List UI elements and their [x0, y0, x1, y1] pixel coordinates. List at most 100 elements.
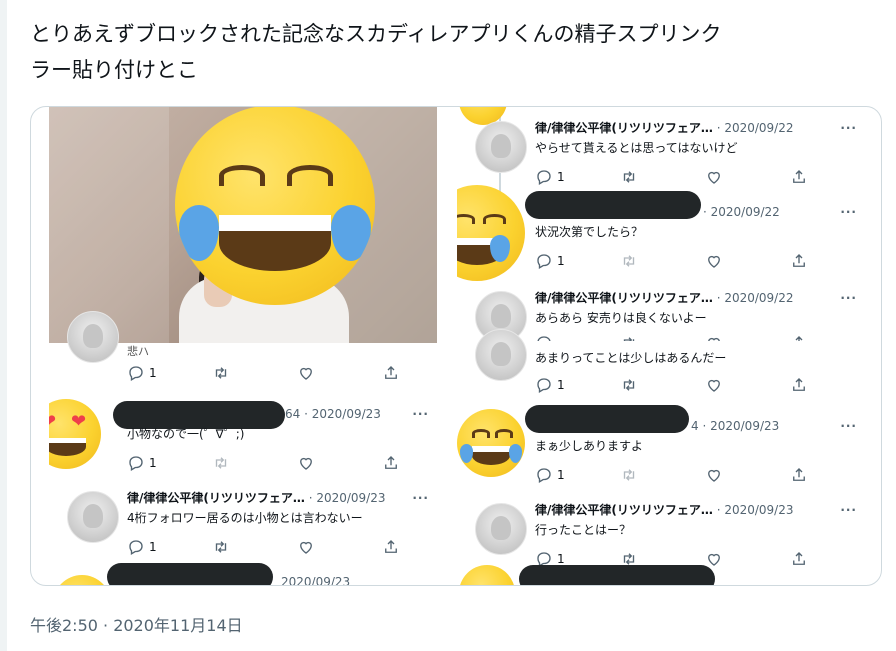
tears-of-joy-emoji-icon	[457, 185, 525, 281]
tweet-redacted: ❤ ❤ 64 · 2020/09/23 ··· 小物なので一(゜∇゜;) 1	[49, 399, 439, 483]
like-icon	[708, 469, 720, 482]
display-name[interactable]: 律/律律公平律(リツリツフェア…	[535, 121, 713, 135]
share-button[interactable]	[790, 251, 808, 271]
share-button[interactable]	[382, 537, 400, 557]
display-name[interactable]: 律/律律公平律(リツリツフェア…	[535, 503, 713, 517]
retweet-button[interactable]	[620, 375, 638, 395]
handle-tail: 64	[285, 407, 301, 421]
like-icon	[708, 255, 720, 268]
more-icon[interactable]: ···	[840, 203, 857, 221]
retweet-button[interactable]	[620, 251, 638, 271]
tweet-date: · 2020/09/22	[716, 121, 794, 135]
display-name[interactable]: 律/律律公平律(リツリツフェア…	[535, 291, 713, 305]
avatar[interactable]	[475, 503, 527, 555]
tweet-media-image[interactable]: 悲ハ 1 ❤ ❤ 64 · 2020/09/23 ··· 小物なので一(゜∇゜;…	[30, 106, 882, 586]
tweet-redacted-cutoff: 2020/09/23	[49, 563, 439, 585]
share-button[interactable]	[790, 167, 808, 187]
more-icon[interactable]: ···	[840, 417, 857, 435]
like-button[interactable]	[297, 363, 315, 383]
retweet-button[interactable]	[212, 453, 230, 473]
tweet-header: 律/律律公平律(リツリツフェア… · 2020/09/22 ···	[535, 119, 857, 137]
reply-button[interactable]: 1	[535, 167, 565, 187]
tweet-text: 状況次第でしたら？	[535, 225, 644, 239]
retweet-button[interactable]	[620, 333, 638, 341]
share-button[interactable]	[790, 375, 808, 395]
share-icon	[795, 336, 803, 341]
left-column-edge	[0, 0, 7, 651]
more-icon[interactable]: ···	[840, 119, 857, 137]
reply-button[interactable]: 1	[127, 363, 157, 383]
tweet-actions: 1	[127, 453, 407, 473]
display-name[interactable]: 律/律律公平律(リツリツフェア…	[127, 491, 305, 505]
reply-icon	[537, 170, 551, 185]
retweet-icon	[215, 367, 227, 379]
tweet-text: とりあえずブロックされた記念なスカディレアプリくんの精子スプリンク ラー貼り付け…	[30, 16, 880, 88]
reply-button[interactable]: 1	[127, 453, 157, 473]
reply-count: 1	[149, 540, 157, 554]
reply-button[interactable]: 1	[535, 465, 565, 485]
emoji-icon	[459, 565, 515, 585]
like-icon	[708, 337, 720, 341]
like-button[interactable]	[705, 375, 723, 395]
tweet-header: 64 · 2020/09/23 ···	[127, 405, 429, 423]
tweet-text: 行ったことはー？	[535, 523, 632, 537]
tweet-date: · 2020/09/23	[716, 503, 794, 517]
like-button[interactable]	[297, 537, 315, 557]
tweet-date: · 2020/09/22	[716, 291, 794, 305]
like-button[interactable]	[705, 333, 723, 341]
share-button[interactable]	[382, 453, 400, 473]
share-button[interactable]	[382, 363, 400, 383]
photo-with-emoji-cover	[49, 107, 437, 343]
tweet-text: まぁ少しありますよ	[535, 439, 644, 453]
reply-button[interactable]	[535, 333, 553, 341]
tweet-partial: あまりってことは少しはあるんだー 1	[457, 329, 867, 407]
like-button[interactable]	[297, 453, 315, 473]
retweet-icon	[623, 255, 635, 267]
like-icon	[300, 541, 312, 554]
tweet-text: あらあら 安売りは良くないよー	[535, 311, 707, 325]
more-icon[interactable]: ···	[412, 405, 429, 423]
share-icon	[385, 456, 397, 469]
reply-count: 1	[557, 170, 565, 184]
share-button[interactable]	[790, 333, 808, 341]
avatar[interactable]	[475, 121, 527, 173]
like-button[interactable]	[705, 251, 723, 271]
retweet-button[interactable]	[620, 167, 638, 187]
like-button[interactable]	[705, 465, 723, 485]
handle-tail: 4	[691, 419, 699, 433]
more-icon[interactable]: ···	[412, 489, 429, 507]
tweet-text-line-1: とりあえずブロックされた記念なスカディレアプリくんの精子スプリンク	[30, 22, 722, 46]
tweet-actions: 1	[127, 537, 407, 557]
retweet-button[interactable]	[620, 465, 638, 485]
reply-button[interactable]: 1	[127, 537, 157, 557]
reply-count: 1	[557, 468, 565, 482]
reply-button[interactable]: 1	[535, 251, 565, 271]
tweet-date: 2020/09/23	[281, 575, 351, 585]
tweet-named: 律/律律公平律(リツリツフェア… · 2020/09/22 ··· やらせて貰え…	[457, 113, 867, 197]
share-icon	[793, 170, 805, 183]
more-icon[interactable]: ···	[840, 501, 857, 519]
reply-button[interactable]: 1	[535, 375, 565, 395]
more-icon[interactable]: ···	[840, 289, 857, 307]
share-button[interactable]	[790, 465, 808, 485]
retweet-icon	[215, 457, 227, 469]
tweet-date: · 2020/09/23	[304, 407, 381, 421]
tweet-named: 律/律律公平律(リツリツフェア… · 2020/09/23 ··· 4桁フォロワ…	[49, 483, 439, 567]
tweet-redacted: 4 · 2020/09/23 ··· まぁ少しありますよ 1	[457, 405, 867, 495]
avatar[interactable]	[475, 329, 527, 381]
panel-divider	[447, 107, 449, 585]
tweet-header: 2020/09/23	[127, 573, 429, 585]
retweet-button[interactable]	[212, 363, 230, 383]
tweet-header: 律/律律公平律(リツリツフェア… · 2020/09/22 ···	[535, 289, 857, 307]
tweet-header: 律/律律公平律(リツリツフェア… · 2020/09/23 ···	[127, 489, 429, 507]
tweet-text: 4桁フォロワー居るのは小物とは言わないー	[127, 511, 363, 525]
heart-eyes-emoji-icon: ❤ ❤	[49, 399, 101, 469]
tweet-timestamp[interactable]: 午後2:50 · 2020年11月14日	[30, 614, 243, 638]
reply-count: 1	[149, 366, 157, 380]
retweet-button[interactable]	[212, 537, 230, 557]
avatar[interactable]	[67, 491, 119, 543]
like-icon	[708, 379, 720, 392]
like-icon	[708, 171, 720, 184]
tweet-redacted: · 2020/09/22 ··· 状況次第でしたら？ 1	[457, 185, 867, 281]
like-button[interactable]	[705, 167, 723, 187]
